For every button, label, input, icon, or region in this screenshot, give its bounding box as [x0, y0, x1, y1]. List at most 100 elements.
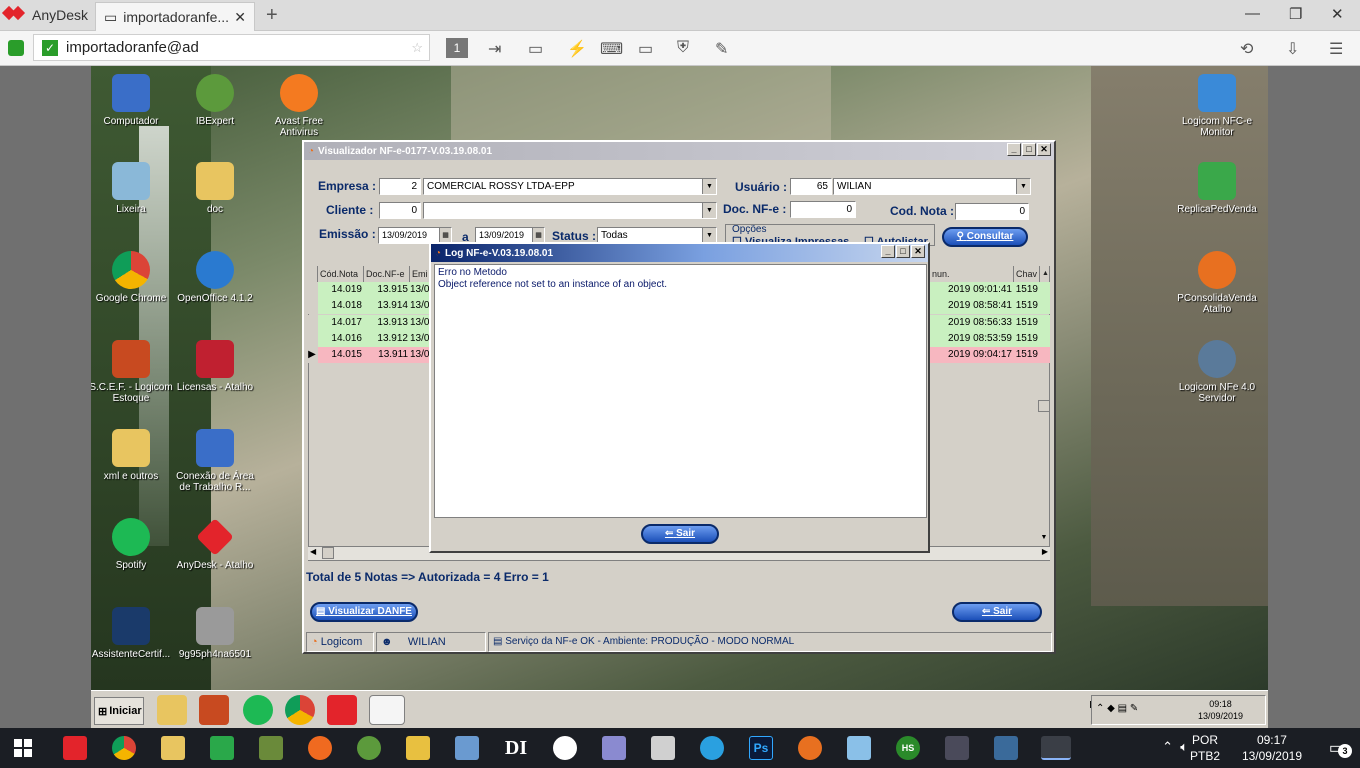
download-icon[interactable]: ⇩ [1286, 39, 1299, 59]
scroll-left-arrow[interactable]: ◀ [310, 547, 316, 556]
desktop-icon-avast[interactable]: Avast Free Antivirus [256, 74, 342, 138]
log-minimize-button[interactable]: _ [881, 245, 895, 258]
session-tab[interactable]: ▭ importadoranfe... ✕ [95, 2, 255, 31]
desktop-icon-chrome[interactable]: Google Chrome [91, 251, 174, 304]
close-tab-icon[interactable]: ✕ [234, 9, 246, 26]
host-notepad-icon[interactable] [259, 736, 283, 760]
codnota-input[interactable]: 0 [955, 203, 1029, 220]
chevron-down-icon[interactable]: ▼ [1016, 179, 1030, 194]
log-text-area[interactable]: Erro no Metodo Object reference not set … [434, 264, 927, 518]
host-sniping-icon[interactable] [553, 736, 577, 760]
desktop-icon-lixeira[interactable]: Lixeira [91, 162, 174, 215]
tray-icons[interactable]: ⌃ ◆ ▤ ✎ [1096, 703, 1138, 714]
desktop-icon-nfce-monitor[interactable]: Logicom NFC-e Monitor [1174, 74, 1260, 138]
empresa-select[interactable]: COMERCIAL ROSSY LTDA-EPP ▼ [423, 178, 717, 195]
maximize-button[interactable]: □ [1022, 143, 1036, 156]
new-tab-button[interactable]: + [266, 4, 278, 27]
close-window-icon[interactable]: ✕ [1331, 5, 1344, 23]
host-java-icon[interactable] [1041, 736, 1071, 760]
desktop-icon-openoffice[interactable]: OpenOffice 4.1.2 [172, 251, 258, 304]
cliente-code-input[interactable]: 0 [379, 202, 421, 219]
notification-icon[interactable]: ▭ 3 [1329, 738, 1352, 758]
host-system-tray[interactable]: ⌃ 🔈︎ [1162, 739, 1188, 755]
desktop-icon-anydesk[interactable]: AnyDesk - Atalho [172, 518, 258, 571]
docnfe-input[interactable]: 0 [790, 201, 856, 218]
host-hs-icon[interactable]: HS [896, 736, 920, 760]
desktop-icon-scef[interactable]: S.C.E.F. - Logicom Estoque [91, 340, 174, 404]
visualizador-titlebar[interactable]: ◔ Visualizador NF-e-0177-V.03.19.08.01 _… [304, 142, 1054, 160]
host-chrome-icon[interactable] [112, 736, 136, 760]
history-icon[interactable]: ⟲ [1240, 39, 1253, 59]
desktop-icon-pconsolida[interactable]: PConsolidaVenda Atalho [1174, 251, 1260, 315]
usuario-code-input[interactable]: 65 [790, 178, 832, 195]
task-scef-icon[interactable] [199, 695, 229, 725]
host-ibexpert-icon[interactable] [357, 736, 381, 760]
favorite-star-icon[interactable]: ☆ [411, 40, 423, 56]
desktop-icon-file[interactable]: 9g95ph4na6501 [172, 607, 258, 660]
sair-button[interactable]: ⇐ Sair [952, 602, 1042, 622]
host-app-icon[interactable] [308, 736, 332, 760]
col-cod-nota[interactable]: Cód.Nota [318, 266, 364, 282]
host-logicom-icon[interactable] [798, 736, 822, 760]
menu-icon[interactable]: ☰ [1329, 39, 1343, 59]
desktop-icon-assistente[interactable]: AssistenteCertif... [91, 607, 174, 660]
task-anydesk-icon[interactable] [327, 695, 357, 725]
remote-start-button[interactable]: ⊞ Iniciar [94, 697, 144, 725]
actions-icon[interactable]: ⚡ [567, 39, 587, 59]
minimize-icon[interactable]: — [1245, 5, 1260, 22]
keyboard-icon[interactable]: ⌨ [600, 39, 623, 59]
host-telegram-icon[interactable] [700, 736, 724, 760]
chevron-down-icon[interactable]: ▼ [702, 179, 716, 194]
vertical-scroll-thumb[interactable] [1038, 400, 1050, 412]
desktop-icon-spotify[interactable]: Spotify [91, 518, 174, 571]
desktop-icon-ibexpert[interactable]: IBExpert [172, 74, 258, 127]
display-icon[interactable]: ▭ [638, 39, 653, 59]
cliente-select[interactable]: ▼ [423, 202, 717, 219]
desktop-icon-computador[interactable]: Computador [91, 74, 174, 127]
chat-icon[interactable]: ▭ [528, 39, 543, 59]
col-doc-nfe[interactable]: Doc.NF-e [364, 266, 410, 282]
usuario-select[interactable]: WILIAN ▼ [833, 178, 1031, 195]
transfer-icon[interactable]: ⇥ [488, 39, 501, 59]
horizontal-scroll-thumb[interactable] [322, 547, 334, 559]
col-autorizacao[interactable]: nun. [930, 266, 1014, 282]
desktop-icon-doc[interactable]: doc [172, 162, 258, 215]
host-hands-icon[interactable] [406, 736, 430, 760]
desktop-icon-xml[interactable]: xml e outros [91, 429, 174, 482]
desktop-icon-rdp[interactable]: Conexão de Área de Trabalho R... [172, 429, 258, 493]
scroll-right-arrow[interactable]: ▶ [1042, 547, 1048, 556]
address-field[interactable]: ✓ importadoranfe@ad ☆ [33, 34, 430, 61]
host-box-icon[interactable] [847, 736, 871, 760]
host-di-icon[interactable]: DI [504, 736, 528, 760]
task-explorer-icon[interactable] [157, 695, 187, 725]
desktop-icon-nfe-servidor[interactable]: Logicom NFe 4.0 Servidor [1174, 340, 1260, 404]
host-shadow-icon[interactable] [945, 736, 969, 760]
windows-start-icon[interactable] [14, 739, 32, 757]
minimize-button[interactable]: _ [1007, 143, 1021, 156]
col-chave[interactable]: Chav [1014, 266, 1040, 282]
close-button[interactable]: ✕ [1037, 143, 1051, 156]
host-explorer-icon[interactable] [161, 736, 185, 760]
desktop-icon-licensas[interactable]: Licensas - Atalho [172, 340, 258, 393]
permissions-icon[interactable]: ⛨ [677, 39, 689, 57]
session-number-badge[interactable]: 1 [446, 38, 468, 58]
host-camtasia-icon[interactable] [210, 736, 234, 760]
task-logicom-icon[interactable] [369, 695, 405, 725]
task-spotify-icon[interactable] [243, 695, 273, 725]
calendar-icon[interactable]: ▦ [439, 228, 451, 243]
host-postgres-icon[interactable] [994, 736, 1018, 760]
visualizar-danfe-button[interactable]: ▤ Visualizar DANFE [310, 602, 418, 622]
log-titlebar[interactable]: ◔ Log NF-e-V.03.19.08.01 _ □ ✕ [431, 244, 928, 262]
empresa-code-input[interactable]: 2 [379, 178, 421, 195]
calendar-icon[interactable]: ▦ [532, 228, 544, 243]
host-anydesk-icon[interactable] [63, 736, 87, 760]
host-paint-icon[interactable] [602, 736, 626, 760]
host-clock[interactable]: 09:17 13/09/2019 [1242, 732, 1302, 764]
scroll-up-arrow[interactable]: ▲ [1040, 266, 1050, 282]
log-close-button[interactable]: ✕ [911, 245, 925, 258]
log-maximize-button[interactable]: □ [896, 245, 910, 258]
host-db-icon[interactable] [455, 736, 479, 760]
host-language[interactable]: POR PTB2 [1190, 732, 1220, 764]
restore-icon[interactable]: ❐ [1289, 5, 1302, 23]
task-chrome-icon[interactable] [285, 695, 315, 725]
